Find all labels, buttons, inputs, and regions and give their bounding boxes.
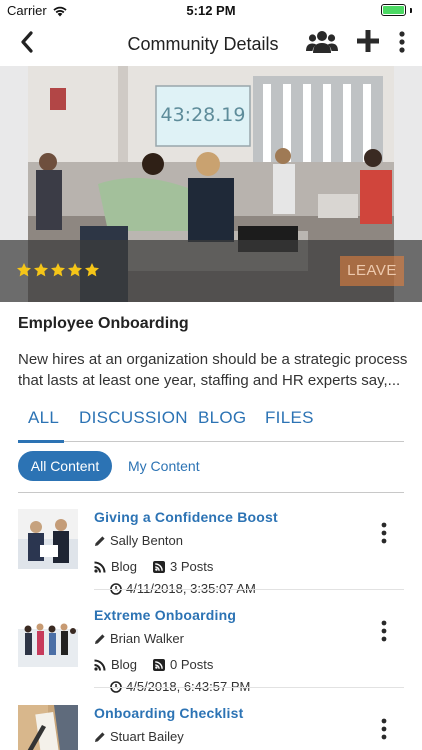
- post-count: 0 Posts: [153, 657, 213, 672]
- post-thumbnail: [18, 509, 78, 569]
- pencil-icon: [95, 633, 105, 644]
- post-title[interactable]: Extreme Onboarding: [94, 607, 236, 623]
- post-count-label: 0 Posts: [170, 657, 214, 672]
- post-author: Stuart Bailey: [94, 729, 184, 744]
- content-tabs: ALL DISCUSSION BLOG FILES: [18, 404, 404, 443]
- battery-cap: [410, 7, 412, 13]
- active-tab-indicator: [18, 440, 64, 443]
- rss-square-icon: [153, 560, 165, 573]
- post-item[interactable]: Giving a Confidence Boost Sally Benton B…: [0, 493, 422, 596]
- community-description: New hires at an organization should be a…: [18, 351, 408, 389]
- battery-fill: [383, 6, 404, 14]
- post-divider: [94, 687, 404, 688]
- status-bar: Carrier 5:12 PM: [0, 0, 422, 22]
- post-thumbnail: [18, 607, 78, 667]
- post-title[interactable]: Onboarding Checklist: [94, 705, 243, 721]
- post-count-label: 3 Posts: [170, 559, 214, 574]
- all-content-filter[interactable]: All Content: [18, 451, 112, 481]
- status-right: [381, 4, 412, 16]
- post-title[interactable]: Giving a Confidence Boost: [94, 509, 278, 525]
- post-author-name: Sally Benton: [110, 533, 183, 548]
- post-author-name: Stuart Bailey: [110, 729, 184, 744]
- post-more-icon[interactable]: [378, 521, 390, 545]
- more-vertical-icon[interactable]: [395, 30, 409, 54]
- post-more-icon[interactable]: [378, 619, 390, 643]
- post-count: 3 Posts: [153, 559, 213, 574]
- screen-clock: 43:28.19: [161, 104, 246, 126]
- post-thumbnail: [18, 705, 78, 750]
- rss-square-icon: [153, 658, 165, 671]
- community-name: Employee Onboarding: [18, 315, 189, 332]
- star-icon: [34, 263, 48, 277]
- star-icon: [85, 263, 99, 277]
- page-title: Community Details: [127, 34, 279, 54]
- star-icon: [51, 263, 65, 277]
- post-item[interactable]: Onboarding Checklist Stuart Bailey: [0, 689, 422, 750]
- plus-icon[interactable]: [356, 29, 380, 53]
- tab-all[interactable]: ALL: [28, 408, 59, 428]
- group-icon[interactable]: [306, 28, 338, 56]
- post-author: Brian Walker: [94, 631, 184, 646]
- post-type: Blog: [94, 559, 137, 574]
- status-time: 5:12 PM: [186, 3, 236, 18]
- post-divider: [94, 589, 404, 590]
- community-hero: 43:28.19 LEAVE: [0, 66, 422, 302]
- rss-icon: [94, 561, 106, 573]
- battery-icon: [381, 4, 406, 16]
- star-icon: [68, 263, 82, 277]
- post-more-icon[interactable]: [378, 717, 390, 741]
- post-type: Blog: [94, 657, 137, 672]
- post-type-label: Blog: [111, 559, 138, 574]
- rss-icon: [94, 659, 106, 671]
- post-item[interactable]: Extreme Onboarding Brian Walker Blog 0 P…: [0, 591, 422, 694]
- nav-bar: Community Details: [0, 22, 422, 66]
- tab-files[interactable]: FILES: [265, 408, 314, 428]
- post-author: Sally Benton: [94, 533, 183, 548]
- pencil-icon: [95, 535, 105, 546]
- pencil-icon: [95, 731, 105, 742]
- tab-discussion[interactable]: DISCUSSION: [79, 408, 188, 428]
- star-icon: [17, 263, 31, 277]
- post-author-name: Brian Walker: [110, 631, 184, 646]
- leave-button[interactable]: LEAVE: [340, 256, 404, 286]
- tab-blog[interactable]: BLOG: [198, 408, 246, 428]
- rating-stars: [16, 262, 100, 278]
- post-type-label: Blog: [111, 657, 138, 672]
- my-content-filter[interactable]: My Content: [128, 451, 200, 481]
